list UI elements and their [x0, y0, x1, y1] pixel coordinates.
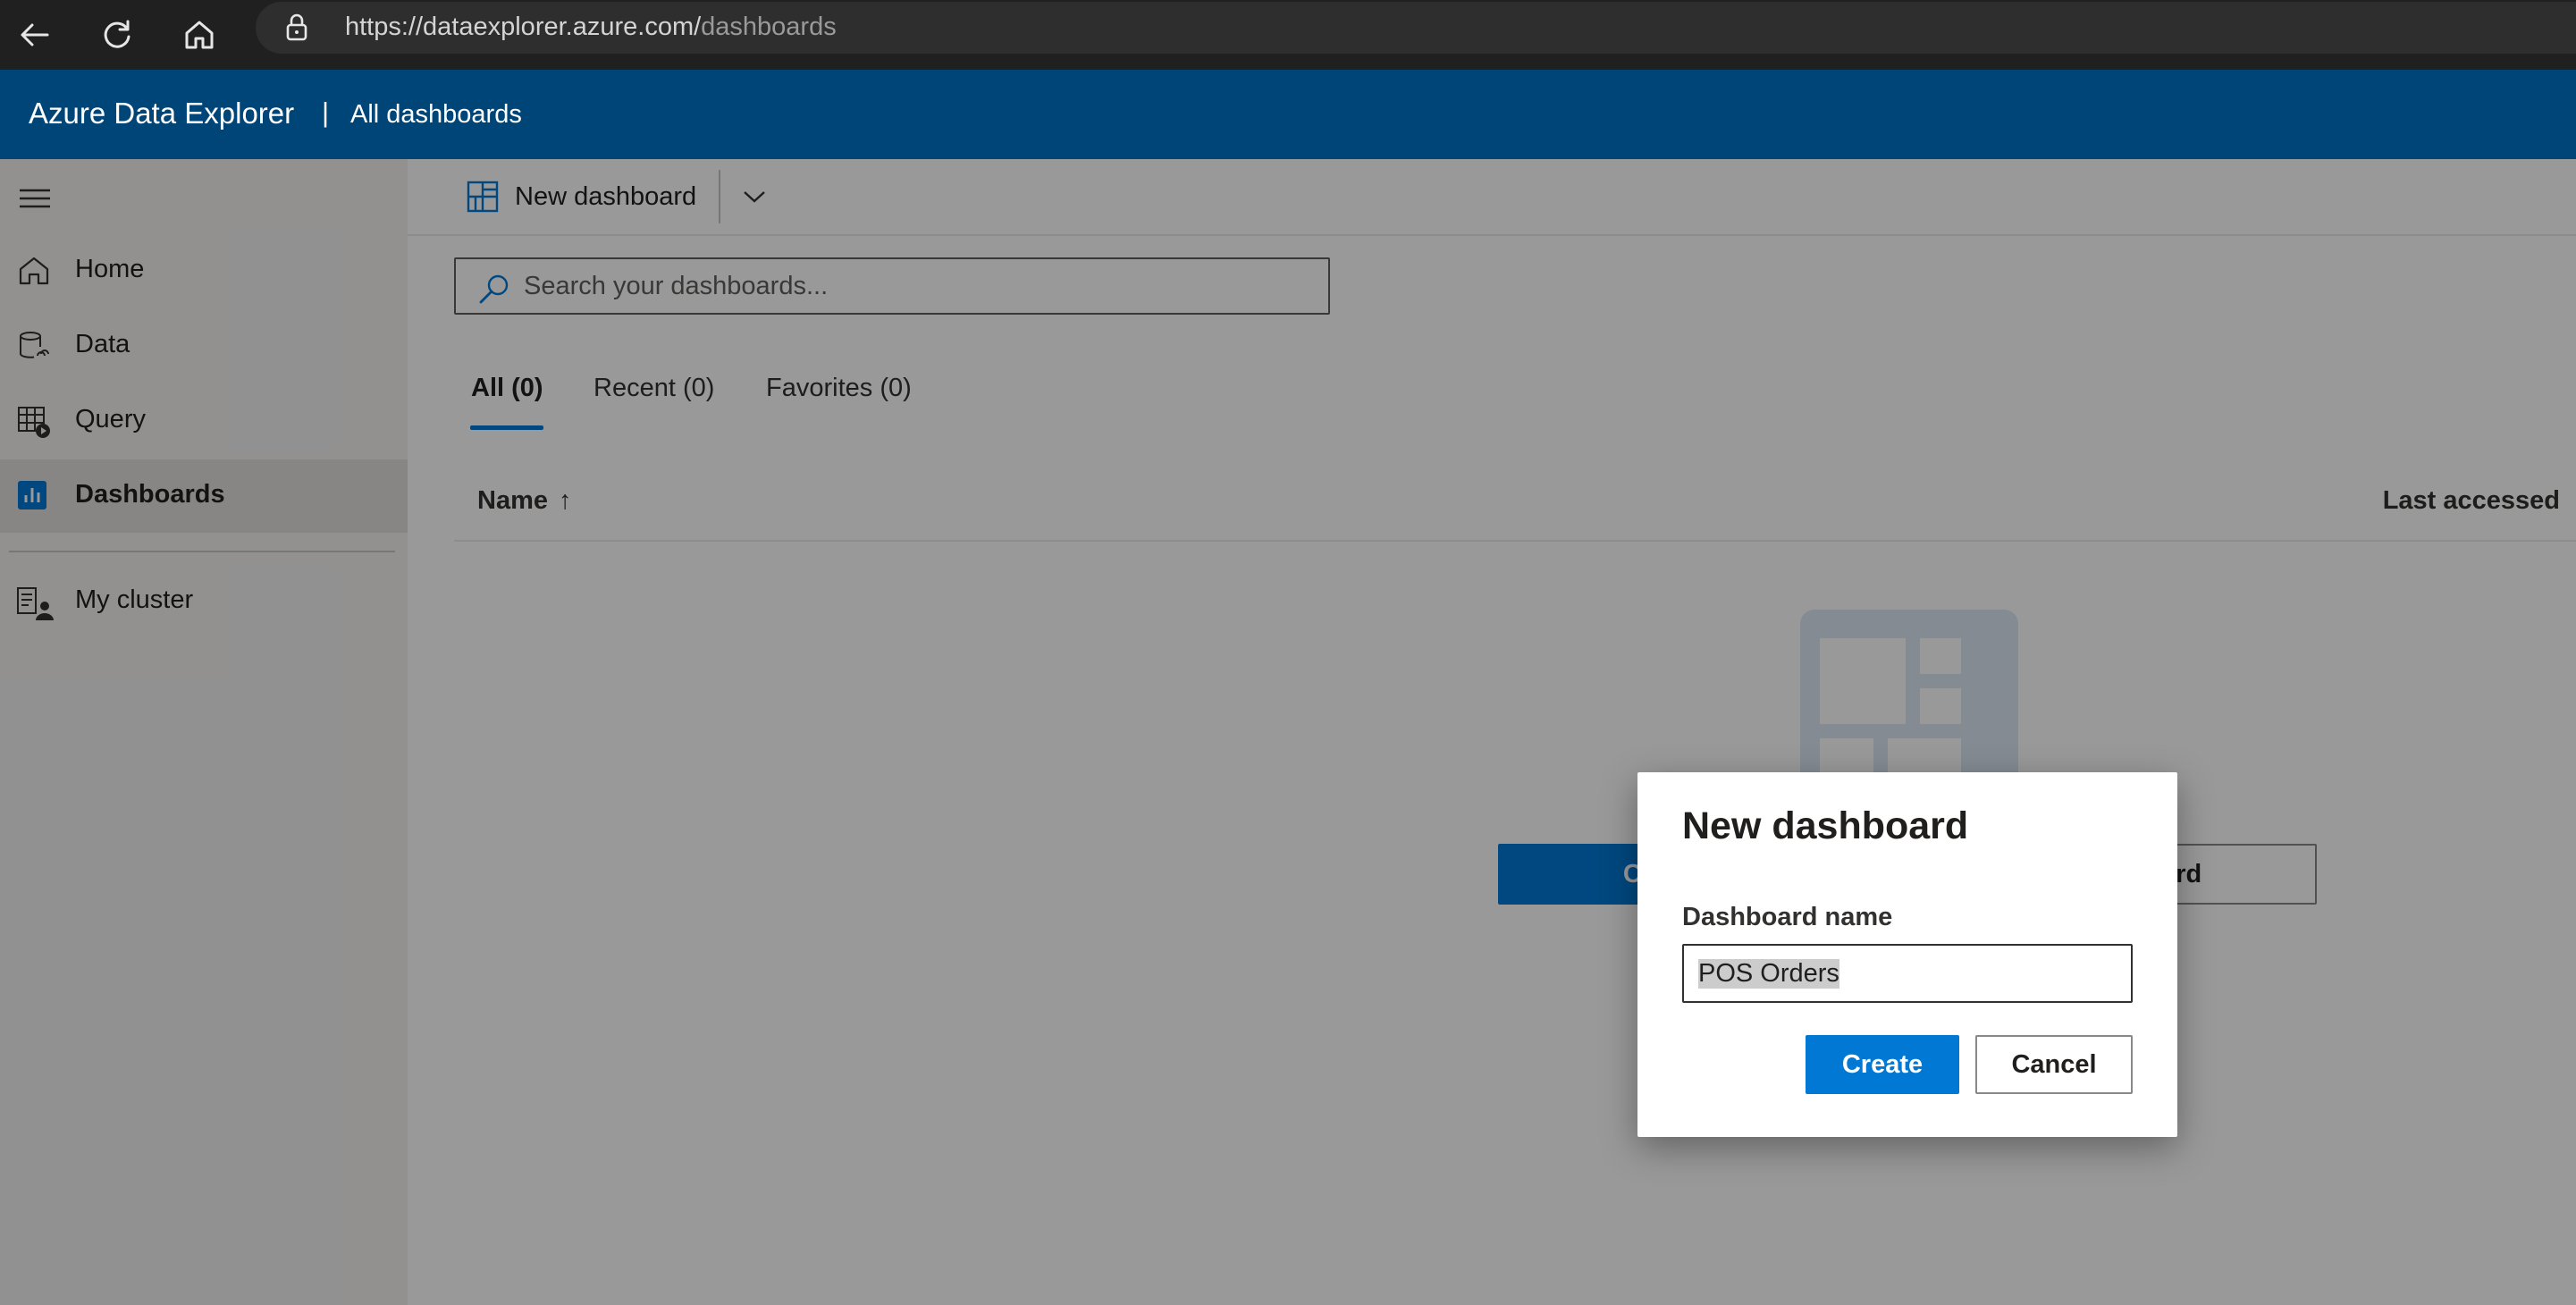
refresh-icon — [104, 20, 130, 48]
modal-overlay[interactable] — [0, 159, 2576, 1305]
app-title[interactable]: Azure Data Explorer — [29, 97, 294, 130]
dashboard-name-label: Dashboard name — [1682, 903, 1893, 931]
back-button[interactable] — [9, 9, 61, 61]
url-host: https://dataexplorer.azure.com/ — [345, 13, 702, 41]
dashboard-name-input[interactable] — [1682, 944, 2133, 1003]
browser-toolbar: https://dataexplorer.azure.com/dashboard… — [0, 0, 2576, 70]
header-separator: | — [322, 97, 330, 128]
url-path: dashboards — [701, 13, 837, 41]
home-icon — [185, 21, 214, 49]
url-text: https://dataexplorer.azure.com/dashboard… — [345, 13, 837, 42]
address-bar[interactable]: https://dataexplorer.azure.com/dashboard… — [256, 2, 2576, 54]
browser-home-button[interactable] — [173, 9, 225, 61]
lock-icon — [286, 13, 307, 41]
refresh-button[interactable] — [91, 9, 143, 61]
app-header: Azure Data Explorer | All dashboards — [0, 70, 2576, 159]
back-arrow-icon — [21, 23, 49, 46]
create-button[interactable]: Create — [1806, 1035, 1959, 1094]
dialog-title: New dashboard — [1682, 804, 1969, 847]
cancel-button[interactable]: Cancel — [1975, 1035, 2133, 1094]
new-dashboard-dialog: New dashboard Dashboard name Create Canc… — [1637, 772, 2177, 1137]
breadcrumb-all-dashboards[interactable]: All dashboards — [350, 100, 522, 130]
